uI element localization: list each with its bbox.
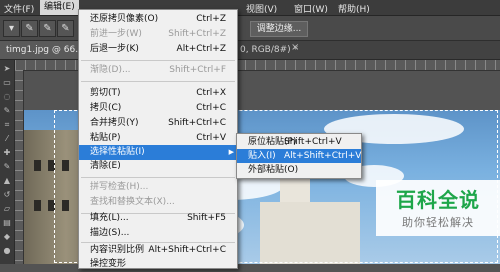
menu-item-step-backward[interactable]: 后退一步(K) Alt+Ctrl+Z: [79, 42, 237, 57]
watermark: 百科全说 助你轻松解决: [376, 180, 500, 236]
menu-item-paste-special[interactable]: 选择性粘贴(I) ▶: [79, 145, 237, 160]
dodge-tool-icon[interactable]: ●: [2, 246, 12, 256]
brush-tool-icon[interactable]: ✎: [2, 162, 12, 172]
menu-item-copy[interactable]: 拷贝(C) Ctrl+C: [79, 101, 237, 116]
document-tabs: timg1.jpg @ 66.7 0, RGB/8#) * ×: [0, 41, 500, 60]
submenu-item-paste-outside[interactable]: 外部粘贴(O): [237, 163, 361, 177]
submenu-item-paste-into[interactable]: 贴入(I) Alt+Shift+Ctrl+V: [237, 149, 361, 163]
menu-item-paste[interactable]: 粘贴(P) Ctrl+V: [79, 131, 237, 146]
quick-select-tool-icon[interactable]: ✎: [2, 106, 12, 116]
blur-tool-icon[interactable]: ◆: [2, 232, 12, 242]
menu-item-check-spelling[interactable]: 拼写检查(H)...: [79, 180, 237, 195]
move-tool-icon[interactable]: ➤: [2, 64, 12, 74]
marquee-tool-icon[interactable]: ▭: [2, 78, 12, 88]
ruler-vertical: [15, 70, 24, 264]
menu-item-puppet-warp[interactable]: 操控变形: [79, 257, 237, 272]
paste-special-submenu: 原位粘贴(P) Shift+Ctrl+V 贴入(I) Alt+Shift+Ctrl+…: [236, 133, 362, 179]
refine-edge-button[interactable]: 调整边缘...: [250, 21, 308, 37]
brush-subtract-icon[interactable]: ✎: [39, 20, 56, 37]
menu-item-content-aware-scale[interactable]: 内容识别比例 Alt+Shift+Ctrl+C: [79, 243, 237, 258]
menu-item-fill[interactable]: 填充(L)... Shift+F5: [79, 211, 237, 226]
menu-separator: [81, 177, 235, 178]
brush-intersect-icon[interactable]: ✎: [57, 20, 74, 37]
healing-tool-icon[interactable]: ✚: [2, 148, 12, 158]
menu-item-undo-copy-pixels[interactable]: 还原拷贝像素(O) Ctrl+Z: [79, 12, 237, 27]
menu-edit[interactable]: 编辑(E): [40, 0, 79, 15]
menu-file[interactable]: 文件(F): [4, 2, 34, 15]
menu-item-cut[interactable]: 剪切(T) Ctrl+X: [79, 86, 237, 101]
options-bar: ▾ ✎ ✎ ✎ 调整边缘...: [0, 16, 500, 41]
tool-preset-icon[interactable]: ▾: [3, 20, 20, 37]
menu-item-copy-merged[interactable]: 合并拷贝(Y) Shift+Ctrl+C: [79, 116, 237, 131]
gradient-tool-icon[interactable]: ▤: [2, 218, 12, 228]
menu-separator: [81, 60, 235, 61]
menu-item-fade[interactable]: 渐隐(D)... Shift+Ctrl+F: [79, 63, 237, 78]
submenu-arrow-icon: ▶: [228, 148, 234, 156]
crop-tool-icon[interactable]: ⌗: [2, 120, 12, 130]
menu-separator: [81, 81, 235, 82]
eyedropper-tool-icon[interactable]: ⁄: [2, 134, 12, 144]
menu-bar: 文件(F) 编辑(E) 视图(V) 窗口(W) 帮助(H): [0, 0, 500, 16]
stamp-tool-icon[interactable]: ▲: [2, 176, 12, 186]
menu-item-find-replace[interactable]: 查找和替换文本(X)...: [79, 195, 237, 210]
watermark-title: 百科全说: [396, 188, 480, 212]
watermark-subtitle: 助你轻松解决: [402, 216, 474, 229]
menu-view[interactable]: 视图(V): [246, 2, 277, 15]
tab-timg1[interactable]: timg1.jpg @ 66.7: [0, 41, 82, 59]
close-icon[interactable]: ×: [291, 42, 299, 53]
history-brush-tool-icon[interactable]: ↺: [2, 190, 12, 200]
lasso-tool-icon[interactable]: ◌: [2, 92, 12, 102]
edit-menu: 还原拷贝像素(O) Ctrl+Z 前进一步(W) Shift+Ctrl+Z 后退一步…: [78, 9, 238, 269]
tools-panel: ➤ ▭ ◌ ✎ ⌗ ⁄ ✚ ✎ ▲ ↺ ▱ ▤ ◆ ●: [0, 60, 15, 264]
brush-add-icon[interactable]: ✎: [21, 20, 38, 37]
menu-help[interactable]: 帮助(H): [338, 2, 370, 15]
submenu-item-paste-in-place[interactable]: 原位粘贴(P) Shift+Ctrl+V: [237, 135, 361, 149]
menu-item-stroke[interactable]: 描边(S)...: [79, 226, 237, 241]
menu-item-step-forward[interactable]: 前进一步(W) Shift+Ctrl+Z: [79, 27, 237, 42]
eraser-tool-icon[interactable]: ▱: [2, 204, 12, 214]
menu-item-clear[interactable]: 清除(E): [79, 159, 237, 174]
menu-window[interactable]: 窗口(W): [294, 2, 328, 15]
